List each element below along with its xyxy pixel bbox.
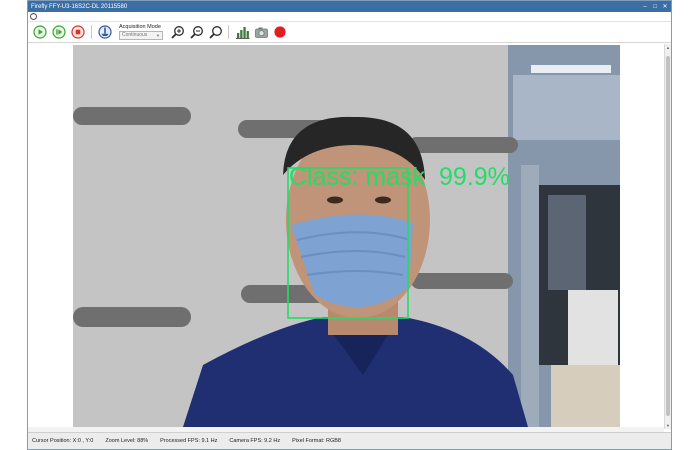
zoom-out-icon (189, 25, 203, 39)
stop-acquisition-button[interactable] (70, 24, 86, 40)
zoom-level: Zoom Level: 88% (105, 438, 149, 444)
zoom-in-button[interactable] (169, 24, 185, 40)
collapse-toolbar-button[interactable]: ⌃ (30, 13, 37, 20)
single-frame-button[interactable] (51, 24, 67, 40)
image-viewport[interactable]: Class: mask 99.9% ▲ ▼ (28, 44, 671, 429)
pixel-format: Pixel Format: RGB8 (292, 438, 341, 444)
app-window: Firefly FFY-U3-16S2C-DL 20115580 – □ ✕ ⌃ (27, 0, 672, 450)
scroll-thumb[interactable] (666, 56, 670, 416)
toolbar: Acquisition Mode Continuous ▼ (28, 22, 671, 43)
record-button[interactable] (272, 24, 288, 40)
toolbar-separator (228, 25, 229, 39)
status-bar: Cursor Position: X:0 , Y:0 Zoom Level: 8… (28, 432, 671, 449)
camera-icon (254, 27, 268, 38)
record-icon (274, 26, 286, 38)
camera-feed-image[interactable]: Class: mask 99.9% (73, 45, 620, 427)
window-title: Firefly FFY-U3-16S2C-DL 20115580 (31, 3, 128, 10)
camera-frame-scene (73, 45, 620, 427)
snapshot-button[interactable] (253, 24, 269, 40)
start-acquisition-button[interactable] (32, 24, 48, 40)
processed-fps: Processed FPS: 9.1 Hz (160, 438, 218, 444)
histogram-icon (235, 26, 249, 39)
play-single-icon (52, 25, 66, 39)
zoom-in-icon (170, 25, 184, 39)
acquisition-mode-label: Acquisition Mode (119, 24, 161, 30)
zoom-fit-button[interactable] (207, 24, 223, 40)
chevron-down-icon: ▼ (156, 33, 160, 38)
vertical-scrollbar[interactable]: ▲ ▼ (664, 44, 671, 429)
acquisition-mode-value: Continuous (122, 32, 148, 38)
acquisition-mode-group: Acquisition Mode Continuous ▼ (119, 24, 163, 40)
histogram-button[interactable] (234, 24, 250, 40)
camera-settings-button[interactable] (97, 24, 113, 40)
minimize-button[interactable]: – (641, 3, 649, 11)
maximize-button[interactable]: □ (651, 3, 659, 11)
scroll-down-icon[interactable]: ▼ (665, 423, 671, 428)
cursor-position: Cursor Position: X:0 , Y:0 (32, 438, 94, 444)
scroll-up-icon[interactable]: ▲ (665, 45, 671, 50)
ribbon-collapse-row: ⌃ (28, 12, 671, 22)
zoom-out-button[interactable] (188, 24, 204, 40)
camera-fps: Camera FPS: 9.2 Hz (229, 438, 281, 444)
camera-settings-icon (98, 25, 112, 39)
stop-icon (71, 25, 85, 39)
window-controls: – □ ✕ (641, 3, 671, 11)
acquisition-mode-select[interactable]: Continuous ▼ (119, 31, 163, 40)
toolbar-separator (91, 25, 92, 39)
detection-label: Class: mask 99.9% (289, 163, 510, 191)
zoom-fit-icon (208, 25, 222, 39)
title-bar: Firefly FFY-U3-16S2C-DL 20115580 – □ ✕ (28, 1, 671, 12)
close-button[interactable]: ✕ (661, 3, 669, 11)
play-icon (33, 25, 47, 39)
